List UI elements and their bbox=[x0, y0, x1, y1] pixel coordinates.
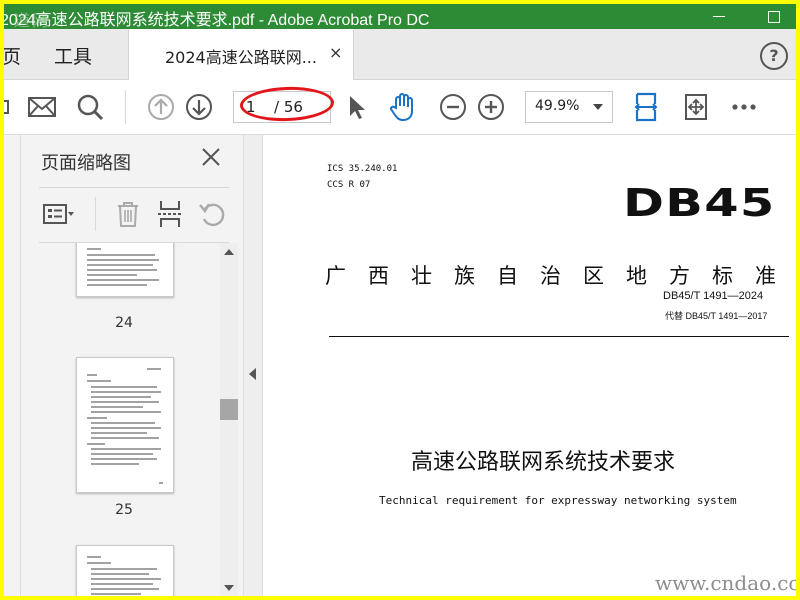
standard-logo: DB45 bbox=[623, 181, 776, 225]
scroll-up-icon[interactable] bbox=[224, 249, 234, 255]
zoom-in-icon[interactable] bbox=[475, 91, 507, 123]
thumbnail-label: 24 bbox=[115, 315, 133, 331]
close-tab-icon[interactable]: × bbox=[329, 43, 342, 62]
document-title-chinese: 高速公路联网系统技术要求 bbox=[411, 450, 676, 475]
zoom-out-icon[interactable] bbox=[437, 91, 469, 123]
menu-tools[interactable]: 工具 bbox=[54, 42, 92, 69]
tab-bar: 页 工具 2024高速公路联网... × ? bbox=[4, 29, 796, 80]
toolbar-divider bbox=[125, 90, 126, 124]
maximize-icon bbox=[768, 10, 780, 23]
search-icon[interactable] bbox=[74, 91, 106, 123]
window-title: 2024高速公路联网系统技术要求.pdf - Adobe Acrobat Pro… bbox=[4, 12, 430, 29]
more-tools-icon[interactable] bbox=[728, 91, 760, 123]
thumbnail-page-25[interactable] bbox=[76, 357, 174, 493]
region-standard-title: 广西壮族自治区地方标准 bbox=[325, 264, 796, 288]
ccs-code: CCS R 07 bbox=[327, 180, 371, 190]
next-page-icon[interactable] bbox=[183, 91, 215, 123]
site-watermark: www.cndao.com bbox=[655, 571, 796, 595]
thumbnail-list[interactable]: 24 25 bbox=[21, 243, 221, 596]
collapse-panel-icon[interactable] bbox=[249, 368, 256, 380]
zoom-value: 49.9% bbox=[535, 98, 580, 114]
chevron-down-icon bbox=[593, 104, 603, 110]
navigation-strip bbox=[4, 135, 21, 596]
standard-number: DB45/T 1491—2024 bbox=[663, 290, 764, 302]
menu-home[interactable]: 页 bbox=[4, 42, 21, 69]
title-bar: 2024高速公路联网系统技术要求.pdf - Adobe Acrobat Pro… bbox=[4, 4, 796, 30]
panel-divider bbox=[95, 197, 96, 231]
maximize-button[interactable] bbox=[759, 4, 789, 29]
delete-page-icon[interactable] bbox=[111, 197, 145, 231]
document-tab[interactable]: 2024高速公路联网... × bbox=[128, 29, 354, 80]
insert-page-icon[interactable] bbox=[153, 197, 187, 231]
panel-title: 页面缩略图 bbox=[41, 153, 131, 174]
email-icon[interactable] bbox=[26, 91, 58, 123]
thumbnail-toolbar bbox=[39, 187, 229, 243]
print-icon[interactable] bbox=[4, 91, 22, 123]
document-page[interactable]: ICS 35.240.01 CCS R 07 DB45 广西壮族自治区地方标准 … bbox=[263, 135, 796, 596]
minimize-icon bbox=[713, 16, 725, 17]
zoom-level-select[interactable]: 49.9% bbox=[525, 91, 613, 123]
fit-width-icon[interactable] bbox=[630, 91, 662, 123]
thumbnail-scrollbar[interactable] bbox=[220, 243, 238, 596]
ics-code: ICS 35.240.01 bbox=[327, 164, 398, 174]
hand-tool-icon[interactable] bbox=[387, 91, 419, 123]
rotate-page-icon[interactable] bbox=[195, 197, 229, 231]
replaces-standard: 代替 DB45/T 1491—2017 bbox=[665, 311, 768, 321]
thumbnail-page-24[interactable] bbox=[76, 243, 174, 297]
scrollbar-thumb[interactable] bbox=[220, 399, 238, 420]
select-cursor-icon[interactable] bbox=[340, 91, 372, 123]
document-tab-label: 2024高速公路联网... bbox=[165, 48, 317, 67]
header-rule bbox=[329, 336, 789, 337]
toolbar: 1 / 56 49.9% bbox=[4, 80, 796, 135]
thumbnail-options-icon[interactable] bbox=[41, 197, 75, 231]
minimize-button[interactable] bbox=[704, 4, 734, 29]
document-title-english: Technical requirement for expressway net… bbox=[379, 494, 737, 507]
help-icon[interactable]: ? bbox=[760, 42, 788, 70]
thumbnail-label: 25 bbox=[115, 502, 133, 518]
acrobat-window: 2024高速公路联网系统技术要求.pdf - Adobe Acrobat Pro… bbox=[4, 4, 796, 596]
previous-page-icon[interactable] bbox=[145, 91, 177, 123]
scroll-down-icon[interactable] bbox=[224, 585, 234, 591]
full-screen-icon[interactable] bbox=[680, 91, 712, 123]
close-panel-icon[interactable] bbox=[199, 145, 223, 169]
panel-splitter[interactable] bbox=[244, 135, 263, 596]
page-thumbnails-panel: 页面缩略图 24 25 bbox=[21, 135, 244, 596]
thumbnail-page-26[interactable] bbox=[76, 545, 174, 596]
